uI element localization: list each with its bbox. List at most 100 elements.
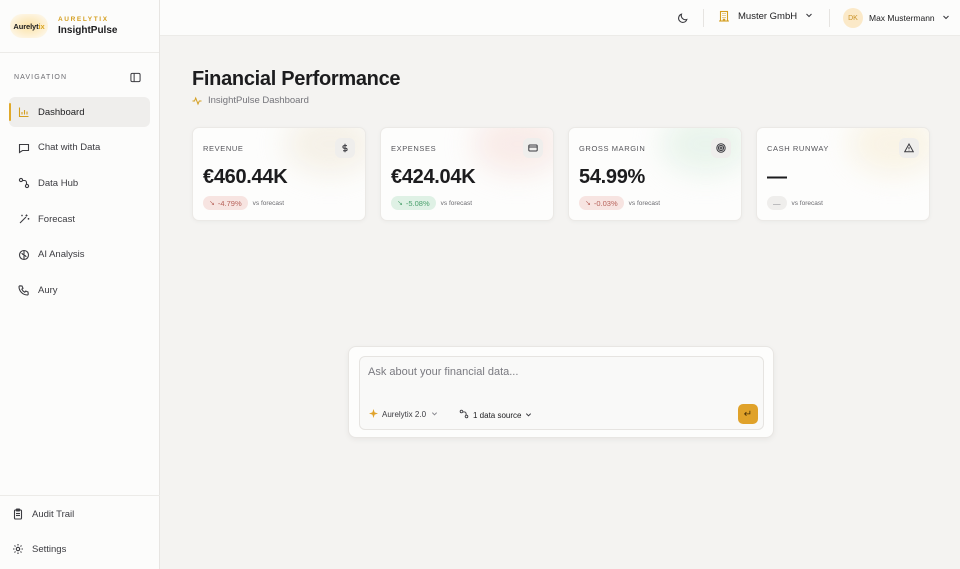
delta-badge: ↘ -0.03% [579,196,624,210]
sidebar-item-data-hub[interactable]: Data Hub [9,168,150,198]
sidebar-item-label: Settings [32,543,67,555]
kpi-footer: — vs forecast [767,196,823,210]
kpi-value: — [767,166,787,188]
kpi-label: GROSS MARGIN [579,144,646,153]
kpi-note: vs forecast [440,199,473,207]
bar-chart-icon [18,106,30,118]
chat-composer: Aurelytix 2.0 1 data source ↵ [348,346,774,438]
page-subtitle: InsightPulse Dashboard [192,95,309,106]
nav-list: Dashboard Chat with Data Data Hub Foreca… [0,97,159,305]
trend-down-icon: ↘ [209,200,215,207]
kpi-footer: ↘ -4.79% vs forecast [203,196,284,210]
sidebar-toggle-icon[interactable] [130,72,141,83]
page-title: Financial Performance [192,68,401,90]
user-menu[interactable]: DK Max Mustermann [843,8,950,28]
sidebar-item-label: Data Hub [38,177,79,189]
chat-input-container[interactable]: Aurelytix 2.0 1 data source ↵ [359,356,764,430]
sidebar-item-ai-analysis[interactable]: AI Analysis [9,240,150,270]
sparkle-icon [369,409,378,420]
sidebar-item-audit-trail[interactable]: Audit Trail [9,499,151,529]
gear-icon [12,543,24,555]
delta-value: -4.79% [217,198,242,208]
kpi-value: 54.99% [579,166,646,188]
brand-company: AURELYTIX [58,16,109,23]
trend-down-icon: ↘ [397,200,403,207]
kpi-label: EXPENSES [391,144,437,153]
brand-logo-text: Aurelyt [13,21,39,31]
organization-selector[interactable]: Muster GmbH [718,10,813,22]
trend-down-icon: ↘ [585,200,591,207]
model-name: Aurelytix 2.0 [382,410,427,419]
kpi-card-gross-margin[interactable]: GROSS MARGIN 54.99% ↘ -0.03% vs forecast [568,127,742,221]
topbar: Muster GmbH DK Max Mustermann [160,0,960,36]
delta-badge: ↘ -5.08% [391,196,436,210]
sidebar-item-settings[interactable]: Settings [9,534,151,564]
brand[interactable]: Aurelyt ix AURELYTIX InsightPulse [0,0,159,53]
data-source-selector[interactable]: 1 data source [459,409,532,421]
building-icon [718,10,730,22]
kpi-value: €460.44K [203,166,288,188]
user-name: Max Mustermann [869,13,935,23]
chevron-down-icon [525,411,532,420]
kpi-note: vs forecast [791,199,823,207]
kpi-card-expenses[interactable]: EXPENSES €424.04K ↘ -5.08% vs forecast [380,127,554,221]
page-subtitle-text: InsightPulse Dashboard [208,95,309,106]
kpi-value: €424.04K [391,166,476,188]
sidebar-item-dashboard[interactable]: Dashboard [9,97,150,127]
send-button[interactable]: ↵ [738,404,758,424]
delta-value: -0.03% [593,198,618,208]
credit-card-icon [523,138,543,158]
chat-bubble-icon [18,142,30,154]
kpi-note: vs forecast [628,199,661,207]
theme-toggle-moon-icon[interactable] [677,12,689,24]
kpi-label: CASH RUNWAY [767,144,830,153]
data-hub-icon [18,177,30,189]
chevron-down-icon [805,11,813,22]
sidebar-bottom: Audit Trail Settings [0,495,160,569]
kpi-label: REVENUE [203,144,244,153]
delta-value: -5.08% [405,198,430,208]
sidebar-item-label: Aury [38,284,58,296]
kpi-footer: ↘ -5.08% vs forecast [391,196,472,210]
kpi-card-revenue[interactable]: REVENUE €460.44K ↘ -4.79% vs forecast [192,127,366,221]
organization-name: Muster GmbH [738,10,798,22]
divider [0,495,160,496]
sidebar-item-forecast[interactable]: Forecast [9,204,150,234]
brand-text: AURELYTIX InsightPulse [58,16,117,36]
warning-icon [899,138,919,158]
sidebar-item-aury[interactable]: Aury [9,275,150,305]
data-source-count: 1 data source [473,410,522,420]
nav-heading-label: NAVIGATION [14,73,68,81]
sidebar: Aurelyt ix AURELYTIX InsightPulse NAVIGAT… [0,0,160,569]
activity-icon [192,96,202,105]
sidebar-item-label: AI Analysis [38,249,85,261]
clipboard-icon [12,508,24,520]
wand-icon [18,213,30,225]
sidebar-item-label: Audit Trail [32,508,75,520]
brand-product: InsightPulse [58,25,118,36]
chevron-down-icon [942,13,950,23]
model-selector[interactable]: Aurelytix 2.0 [369,409,438,420]
sidebar-item-label: Forecast [38,213,75,225]
sidebar-item-chat-with-data[interactable]: Chat with Data [9,133,150,163]
data-source-icon [459,409,469,421]
chat-input[interactable] [368,363,748,381]
nav-heading: NAVIGATION [0,71,159,83]
enter-icon: ↵ [743,408,753,420]
brain-icon [18,249,30,261]
target-icon [711,138,731,158]
brand-logo-accent: ix [38,21,45,31]
sidebar-item-label: Chat with Data [38,142,101,154]
chevron-down-icon [431,410,438,419]
kpi-note: vs forecast [252,199,285,207]
avatar: DK [843,8,863,28]
dollar-icon [335,138,355,158]
divider [703,9,704,27]
delta-badge: ↘ -4.79% [203,196,248,210]
kpi-card-cash-runway[interactable]: CASH RUNWAY — — vs forecast [756,127,930,221]
divider [829,9,830,27]
sidebar-item-label: Dashboard [38,106,85,118]
phone-icon [18,284,30,296]
brand-logo: Aurelyt ix [10,14,48,38]
delta-badge: — [767,196,787,210]
